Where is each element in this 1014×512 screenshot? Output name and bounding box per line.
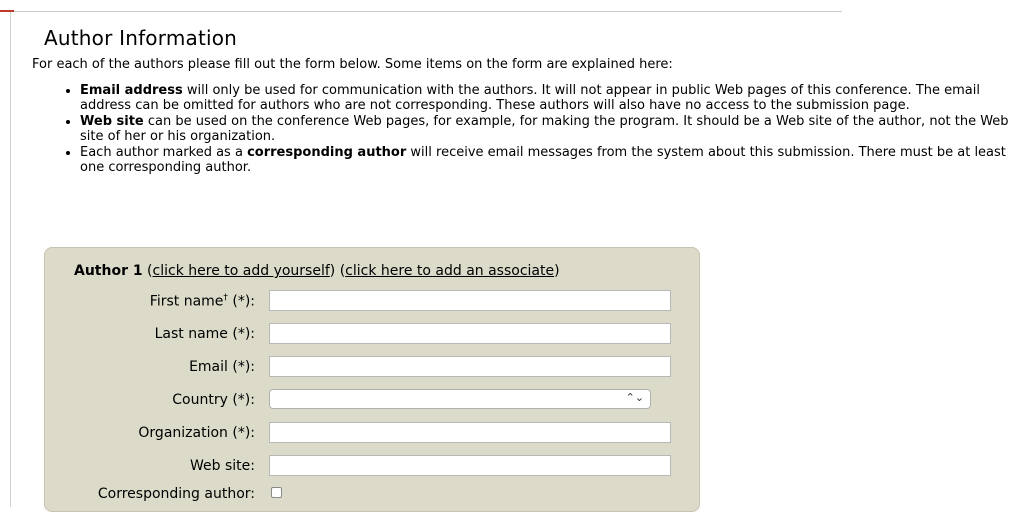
note-website-bold: Web site [80, 114, 144, 129]
web-site-field[interactable] [269, 455, 671, 476]
note-email-bold: Email address [80, 83, 183, 98]
top-divider [0, 11, 842, 12]
add-yourself-link[interactable]: click here to add yourself [153, 263, 330, 279]
left-divider [10, 12, 11, 507]
web-site-label: Web site: [190, 458, 255, 474]
last-name-row: Last name (*): [45, 322, 701, 346]
list-item: Each author marked as a corresponding au… [80, 145, 1012, 175]
first-name-row: First name† (*): [45, 289, 701, 313]
country-row: Country (*): ⌃⌄ [45, 388, 701, 412]
intro-text: For each of the authors please fill out … [32, 57, 673, 72]
last-name-field[interactable] [269, 323, 671, 344]
list-item: Web site can be used on the conference W… [80, 114, 1012, 144]
country-select[interactable]: ⌃⌄ [269, 389, 651, 409]
note-corresponding-bold: corresponding author [247, 145, 407, 160]
author-number: Author 1 [74, 263, 143, 279]
organization-row: Organization (*): [45, 421, 701, 445]
notes-list: Email address will only be used for comm… [32, 83, 1012, 175]
email-row: Email (*): [45, 355, 701, 379]
select-arrows-icon: ⌃⌄ [625, 391, 644, 404]
main-content: Author Information For each of the autho… [32, 26, 1012, 176]
page-title: Author Information [44, 26, 238, 50]
first-name-dagger: † [223, 293, 228, 303]
top-divider-accent [0, 10, 14, 12]
country-label: Country (*): [172, 392, 255, 408]
web-site-row: Web site: [45, 454, 701, 478]
corresponding-label: Corresponding author: [97, 486, 255, 502]
list-item: Email address will only be used for comm… [80, 83, 1012, 113]
author-form-heading: Author 1 (click here to add yourself) (c… [74, 263, 560, 279]
email-label: Email (*): [189, 359, 255, 375]
note-corresponding-prefix: Each author marked as a [80, 145, 248, 160]
email-field[interactable] [269, 356, 671, 377]
author-form-panel: Author 1 (click here to add yourself) (c… [44, 247, 700, 512]
note-website-text: can be used on the conference Web pages,… [80, 114, 1009, 144]
first-name-field[interactable] [269, 290, 671, 311]
add-associate-link[interactable]: click here to add an associate [345, 263, 554, 279]
first-name-label: First name† (*): [150, 293, 255, 310]
corresponding-checkbox[interactable] [271, 487, 282, 498]
organization-label: Organization (*): [138, 425, 255, 441]
note-email-text: will only be used for communication with… [80, 83, 980, 113]
first-name-required: (*): [232, 293, 255, 310]
organization-field[interactable] [269, 422, 671, 443]
last-name-label: Last name (*): [154, 326, 255, 342]
first-name-label-text: First name [149, 293, 224, 310]
corresponding-row: Corresponding author: [45, 482, 701, 506]
